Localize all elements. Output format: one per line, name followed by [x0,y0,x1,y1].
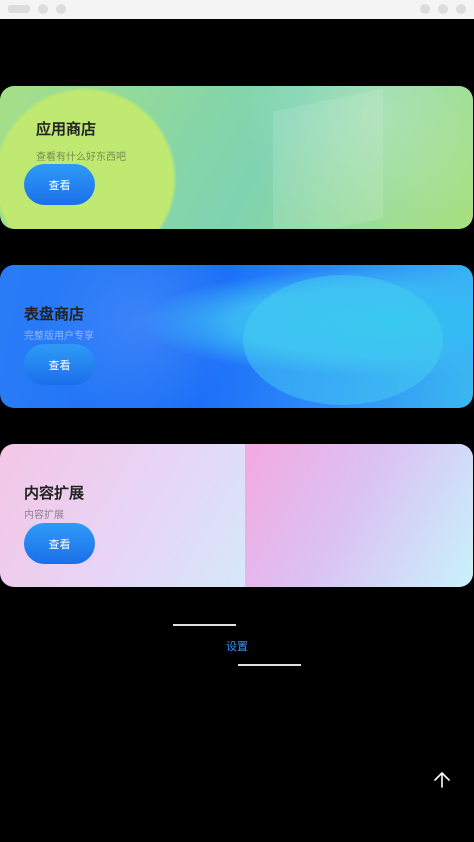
notification-icon [38,4,48,14]
settings-status-icon [56,4,66,14]
wifi-icon [420,4,430,14]
status-right [420,4,466,14]
watchface-store-card: 表盘商店 完整版用户专享 查看 [0,265,473,408]
divider [238,664,301,666]
status-bar [0,0,474,19]
divider [173,624,236,626]
watchface-store-view-button[interactable]: 查看 [24,344,95,385]
settings-link[interactable]: 设置 [0,638,474,654]
card-title: 应用商店 [36,120,97,138]
arrow-up-icon[interactable] [430,768,454,792]
card-subtitle: 内容扩展 [24,510,64,521]
battery-icon [456,4,466,14]
app-store-view-button[interactable]: 查看 [24,164,95,205]
content-extension-card: 内容扩展 内容扩展 查看 [0,444,473,587]
card-subtitle: 完整版用户专享 [24,331,94,342]
card-decoration [273,88,383,229]
card-decoration [243,275,443,405]
card-title: 表盘商店 [24,305,85,323]
content-extension-view-button[interactable]: 查看 [24,523,95,564]
time-placeholder-icon [8,5,30,13]
status-left [8,4,66,14]
card-title: 内容扩展 [24,484,85,502]
card-subtitle: 查看有什么好东西吧 [36,152,126,163]
app-store-card: 应用商店 查看有什么好东西吧 查看 [0,86,473,229]
signal-icon [438,4,448,14]
card-decoration [245,444,473,587]
